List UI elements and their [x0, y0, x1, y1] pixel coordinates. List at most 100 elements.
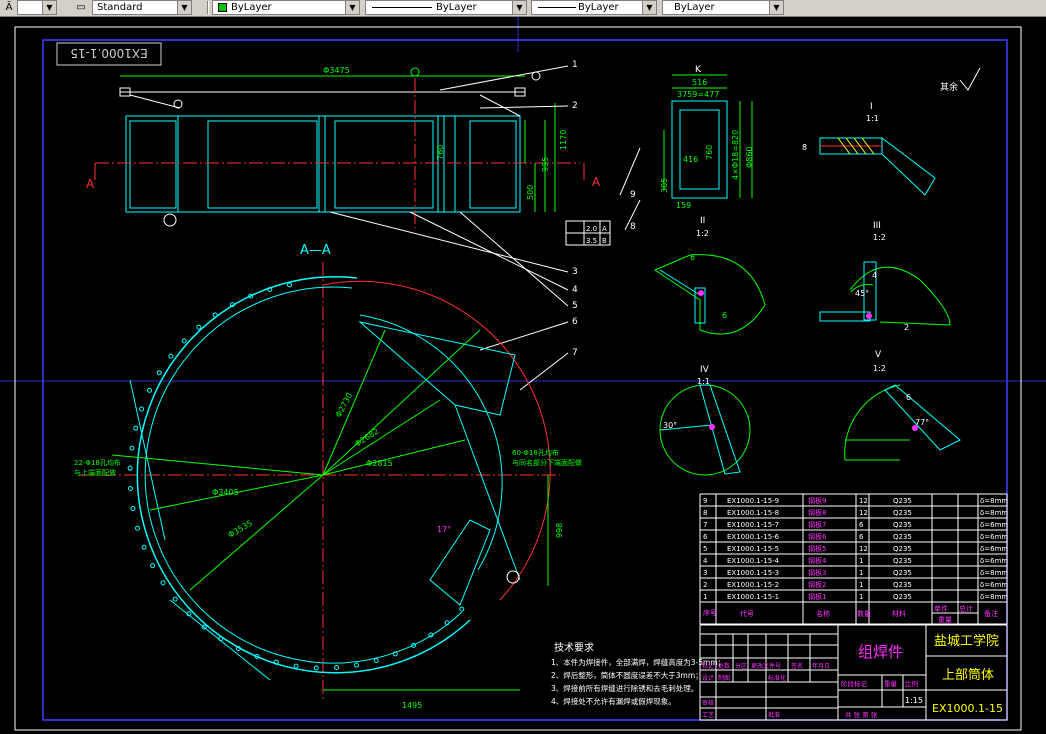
- chevron-down-icon[interactable]: ▼: [512, 1, 526, 14]
- text-style-icon[interactable]: Ā: [2, 1, 16, 14]
- fcf-datum-a: A: [602, 225, 607, 233]
- dim-760: 760: [436, 145, 445, 160]
- tb-draw: 制图: [718, 674, 730, 682]
- chevron-down-icon[interactable]: ▼: [177, 1, 191, 14]
- bom-table: 9 EX1000.1-15-9 钢板9 12 Q235 δ=8mm8 EX1000.1-15…: [699, 493, 1008, 625]
- bolt-hole: [160, 580, 166, 586]
- bom-header-unit: 单件: [934, 604, 948, 613]
- detail-v: [844, 384, 961, 461]
- bolt-hole: [373, 658, 379, 663]
- bom-header-qty: 数量: [857, 609, 871, 618]
- detail-iii-angle45: 45°: [855, 289, 869, 298]
- bom-note: δ=6mm: [980, 557, 1008, 565]
- datum-a-icon: [410, 67, 420, 77]
- bom-name: 钢板3: [808, 568, 826, 577]
- bom-qty: 12: [859, 509, 868, 517]
- drawing-canvas[interactable]: EX1000.1-15 A A Φ3475 1170 995 760 500 2…: [0, 17, 1046, 734]
- bom-code: EX1000.1-15-1: [727, 593, 779, 601]
- chevron-down-icon[interactable]: ▼: [769, 1, 783, 14]
- lineweight-preview: [538, 7, 576, 8]
- scale-value: 1:15: [905, 696, 923, 705]
- color-select[interactable]: ByLayer ▼: [212, 0, 360, 15]
- view-a-title: A—A: [300, 243, 331, 258]
- note-4: 4、焊接处不允许有漏焊或假焊现象。: [551, 696, 676, 706]
- toolbar-separator: [207, 1, 209, 14]
- dim-500: 500: [526, 185, 535, 200]
- bom-header-material: 材料: [892, 609, 906, 618]
- bom-header-remark: 备注: [984, 609, 998, 618]
- flange-note-2: 与同名部分下端面配做: [512, 458, 582, 467]
- plot-style-select[interactable]: ByLayer ▼: [662, 0, 784, 15]
- bom-header-name: 名称: [816, 609, 830, 618]
- notes-title: 技术要求: [554, 641, 594, 654]
- bom-qty: 6: [859, 521, 864, 529]
- bolt-hole: [128, 486, 133, 491]
- linetype-select[interactable]: ByLayer ▼: [365, 0, 527, 15]
- text-style-stub[interactable]: ▼: [17, 0, 57, 15]
- text-style-select[interactable]: Standard ▼: [92, 0, 192, 15]
- bom-name: 钢板9: [808, 496, 826, 505]
- plot-style-value: ByLayer: [674, 2, 715, 13]
- roughness-icon: [959, 67, 981, 91]
- leader-5a: 5: [572, 301, 578, 311]
- chevron-down-icon[interactable]: ▼: [345, 1, 359, 14]
- fcf-datum-b: B: [602, 237, 607, 245]
- bom-note: δ=8mm: [980, 593, 1008, 601]
- bom-no: 9: [703, 497, 707, 505]
- bom-material: Q235: [893, 569, 912, 577]
- bom-code: EX1000.1-15-7: [727, 521, 779, 529]
- bom-code: EX1000.1-15-3: [727, 569, 779, 577]
- lineweight-select[interactable]: ByLayer ▼: [531, 0, 657, 15]
- dim-style-icon[interactable]: ▭: [74, 1, 88, 14]
- text-style-value: Standard: [97, 2, 143, 13]
- dim-2815: Φ2815: [366, 459, 393, 468]
- flange-note-1: 60-Φ18孔均布: [512, 448, 559, 457]
- fcf-tolerance-a: 2.0: [586, 225, 597, 233]
- bom-material: Q235: [893, 545, 912, 553]
- k-dim-3759: 3759=477: [677, 90, 719, 99]
- detail-v-scale: 1:2: [873, 364, 886, 373]
- chevron-down-icon[interactable]: ▼: [42, 1, 56, 14]
- detail-iii-dim-2: 2: [904, 323, 909, 332]
- note-1: 1、本件为焊接件，全部满焊，焊缝高度为3-5mm；: [551, 657, 725, 667]
- detail-v-dim-6: 6: [906, 393, 911, 402]
- bolt-hole: [196, 324, 202, 330]
- properties-toolbar: Ā ▼ ▭ Standard ▼ ByLayer ▼ ByLayer ▼ ByL…: [0, 0, 1046, 17]
- part-type: 组焊件: [858, 643, 903, 661]
- detail-iii-roman: III: [873, 221, 881, 231]
- front-view-centerlines: [94, 78, 585, 228]
- k-dim-860: Φ860: [745, 146, 754, 168]
- datum-b-icon: [531, 71, 541, 81]
- bom-note: δ=6mm: [980, 545, 1008, 553]
- bom-header-total: 总计: [959, 604, 973, 613]
- bom-no: 4: [703, 557, 708, 565]
- bolt-hole: [287, 282, 292, 288]
- dim-995: 995: [541, 157, 550, 172]
- bolt-hole: [168, 353, 174, 359]
- bom-material: Q235: [893, 557, 912, 565]
- k-dim-416: 416: [683, 155, 698, 164]
- color-value: ByLayer: [231, 2, 272, 13]
- section-aa: [80, 262, 560, 700]
- tb-date: 年月日: [812, 662, 830, 670]
- drawing-number: EX1000.1-15: [932, 702, 1003, 715]
- bom-no: 3: [703, 569, 707, 577]
- section-aa-radii: [111, 329, 549, 691]
- bom-no: 7: [703, 521, 707, 529]
- tb-change-doc: 更改文件号: [751, 662, 781, 670]
- bom-no: 1: [703, 593, 707, 601]
- detail-ii-roman: II: [700, 216, 705, 226]
- bom-name: 钢板5: [808, 544, 826, 553]
- bom-qty: 12: [859, 545, 868, 553]
- bom-material: Q235: [893, 593, 912, 601]
- leader-8: 8: [630, 222, 636, 232]
- bolt-hole: [459, 606, 465, 612]
- tb-stage-mark: 阶段标记: [841, 679, 868, 688]
- tb-scale: 比例: [905, 679, 918, 688]
- chevron-down-icon[interactable]: ▼: [642, 1, 656, 14]
- bom-no: 6: [703, 533, 708, 541]
- detail-i-dim-8: 8: [802, 143, 807, 152]
- dim-2730: Φ2730: [334, 391, 354, 419]
- bom-qty: 1: [859, 593, 863, 601]
- k-dim-760: 760: [705, 145, 714, 160]
